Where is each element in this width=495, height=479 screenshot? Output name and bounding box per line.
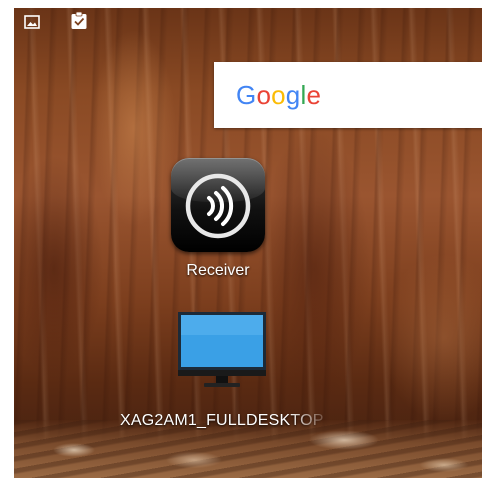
clipboard-check-icon: [70, 11, 87, 29]
receiver-app-label: Receiver: [186, 262, 250, 279]
receiver-app-shortcut[interactable]: Receiver: [168, 158, 268, 280]
citrix-receiver-icon: [171, 158, 265, 252]
google-logo-letter: o: [256, 80, 272, 110]
google-logo-letter: o: [271, 80, 286, 110]
desktop-monitor-icon: [176, 310, 268, 394]
google-search-bar[interactable]: Google: [214, 62, 482, 128]
google-logo-letter: e: [306, 80, 322, 110]
home-screen: Google Receiver XAG2AM1_FULLDESKTOP: [14, 8, 482, 478]
desktop-app-shortcut[interactable]: XAG2AM1_FULLDESKTOP: [112, 310, 332, 430]
gallery-icon: [24, 14, 40, 30]
google-logo-letter: g: [285, 80, 301, 110]
desktop-app-label: XAG2AM1_FULLDESKTOP: [120, 412, 324, 429]
google-logo: Google: [236, 82, 321, 108]
google-logo-letter: G: [236, 80, 257, 110]
